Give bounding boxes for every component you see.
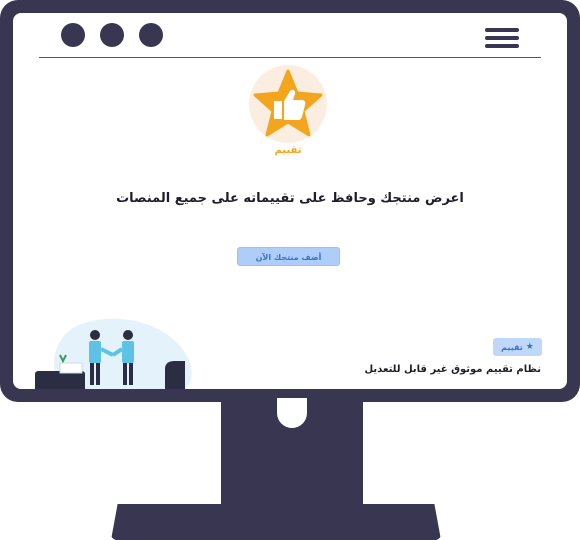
- window-dot: [139, 23, 163, 47]
- logo: [249, 65, 327, 143]
- tagline: نظام تقييم موثوق غير قابل للتعديل: [364, 364, 541, 375]
- hamburger-menu-icon[interactable]: [485, 28, 519, 48]
- window-dot: [100, 23, 124, 47]
- business-handshake-illustration: [35, 318, 192, 389]
- monitor-stand-base: [111, 504, 441, 540]
- thumbs-up-star-icon: [253, 69, 323, 137]
- monitor-neck-notch: [277, 398, 307, 428]
- monitor-screen: تقييم اعرض منتجك وحافظ على تقييماته على …: [13, 13, 567, 389]
- add-product-button[interactable]: أضف منتجك الآن: [237, 247, 340, 266]
- header-divider: [39, 57, 541, 58]
- rating-badge: ★ تقييم: [493, 338, 542, 356]
- window-dot: [61, 23, 85, 47]
- star-icon: ★: [525, 342, 534, 352]
- badge-label: تقييم: [501, 342, 523, 352]
- window-dots: [61, 23, 163, 47]
- logo-caption: تقييم: [274, 145, 302, 156]
- page-headline: اعرض منتجك وحافظ على تقييماته على جميع ا…: [116, 191, 464, 206]
